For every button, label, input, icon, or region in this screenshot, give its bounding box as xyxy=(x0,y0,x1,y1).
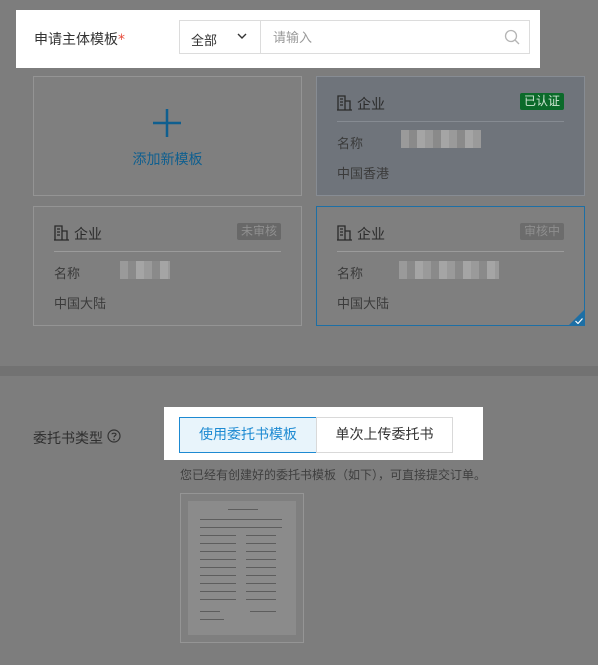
document-preview xyxy=(188,501,296,635)
name-label: 名称 xyxy=(337,267,364,282)
add-template-label: 添加新模板 xyxy=(132,152,203,168)
entity-card-header: 企业 未审核 xyxy=(54,221,281,252)
filter-label: 申请主体模板* xyxy=(34,32,125,48)
entity-card[interactable]: 企业 已认证 名称 中国香港 xyxy=(316,76,585,196)
add-template-card[interactable]: 添加新模板 xyxy=(33,76,302,196)
entity-type: 企业 xyxy=(357,97,385,113)
building-icon xyxy=(54,225,69,241)
entity-card-header: 企业 已认证 xyxy=(337,91,564,122)
chevron-down-icon xyxy=(237,33,247,39)
masked-name xyxy=(120,261,170,279)
template-hint: 您已经有创建好的委托书模板（如下），可直接提交订单。 xyxy=(180,468,487,482)
region-label: 中国大陆 xyxy=(337,297,390,312)
entity-card[interactable]: 企业 未审核 名称 中国大陆 xyxy=(33,206,302,326)
use-template-button[interactable]: 使用委托书模板 xyxy=(179,417,317,453)
region-label: 中国大陆 xyxy=(54,297,107,312)
entity-card-header: 企业 审核中 xyxy=(337,221,564,252)
name-label: 名称 xyxy=(54,267,81,282)
search-icon[interactable] xyxy=(504,29,520,45)
region-label: 中国香港 xyxy=(337,167,390,182)
status-badge: 未审核 xyxy=(236,223,281,240)
status-badge: 审核中 xyxy=(519,223,564,240)
plus-icon xyxy=(153,109,181,137)
authorization-template-thumbnail[interactable] xyxy=(180,493,304,643)
status-badge: 已认证 xyxy=(519,93,564,110)
filter-bar: 申请主体模板* 全部 xyxy=(16,10,540,68)
building-icon xyxy=(337,225,352,241)
search-field[interactable] xyxy=(260,20,530,54)
entity-type: 企业 xyxy=(357,227,385,243)
section-divider xyxy=(0,366,598,376)
name-label: 名称 xyxy=(337,137,364,152)
search-input[interactable] xyxy=(271,28,495,48)
building-icon xyxy=(337,95,352,111)
authorization-type-label: 委托书类型 xyxy=(33,431,103,447)
single-upload-button[interactable]: 单次上传委托书 xyxy=(316,417,453,453)
region-select-value: 全部 xyxy=(191,34,218,49)
required-mark: * xyxy=(118,32,125,48)
entity-card-selected[interactable]: 企业 审核中 名称 中国大陆 xyxy=(316,206,585,326)
region-select[interactable]: 全部 xyxy=(179,20,261,54)
help-icon[interactable] xyxy=(107,429,121,443)
authorization-type-options: 使用委托书模板 单次上传委托书 xyxy=(164,407,483,460)
masked-name xyxy=(401,130,481,148)
entity-type: 企业 xyxy=(74,227,102,243)
masked-name xyxy=(399,261,499,279)
check-icon xyxy=(575,318,583,324)
